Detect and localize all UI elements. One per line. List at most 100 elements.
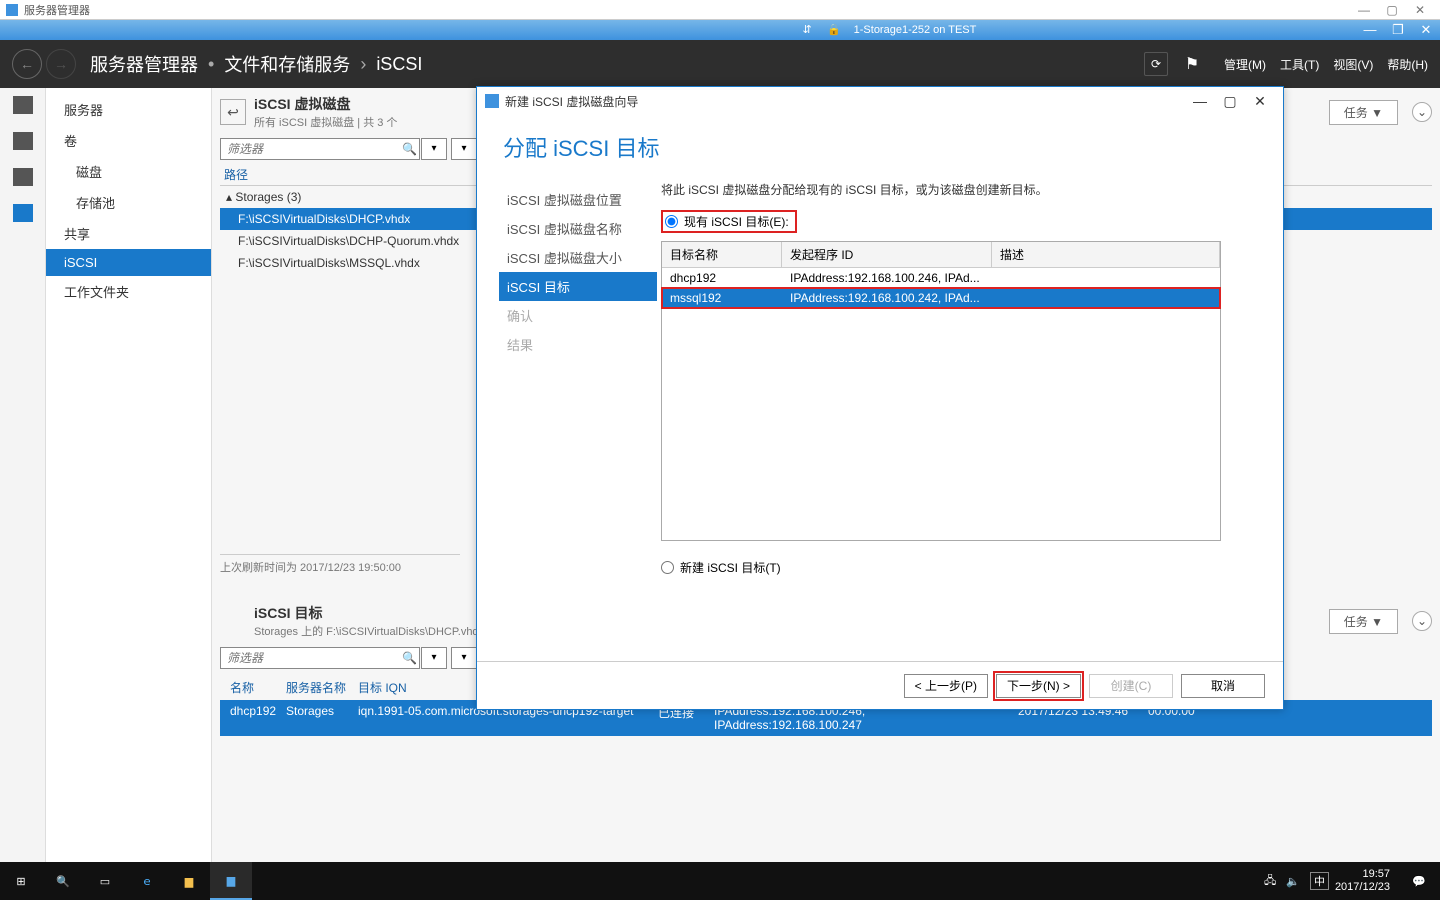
server-manager-header: ← → 服务器管理器 • 文件和存储服务 › iSCSI ⟳ ⚑ 管理(M) 工… (0, 40, 1440, 88)
app-icon (6, 4, 18, 16)
nav-forward-button[interactable]: → (46, 49, 76, 79)
wizard-minimize-button[interactable]: — (1185, 93, 1215, 109)
tray-volume-icon[interactable]: 🔈 (1286, 875, 1300, 888)
sidebar-item-shares[interactable]: 共享 (46, 218, 211, 249)
wizard-steps: iSCSI 虚拟磁盘位置 iSCSI 虚拟磁盘名称 iSCSI 虚拟磁盘大小 i… (477, 181, 657, 651)
wizard-window-title: 新建 iSCSI 虚拟磁盘向导 (505, 93, 638, 110)
breadcrumb-root[interactable]: 服务器管理器 (90, 51, 198, 77)
taskbar-explorer-icon[interactable]: ▆ (168, 862, 210, 900)
wizard-cancel-button[interactable]: 取消 (1181, 674, 1265, 698)
panel2-filter-input[interactable] (220, 647, 420, 669)
refresh-icon[interactable]: ⟳ (1144, 52, 1168, 76)
wizard-next-button[interactable]: 下一步(N) > (996, 674, 1081, 698)
icon-rail (0, 88, 46, 862)
vdi-minimize-button[interactable]: — (1356, 22, 1384, 38)
target-row-dhcp192[interactable]: dhcp192 IPAddress:192.168.100.246, IPAd.… (662, 268, 1220, 288)
chevron-right-icon: • (208, 54, 214, 75)
menu-view[interactable]: 视图(V) (1333, 56, 1373, 73)
panel1-subtitle: 所有 iSCSI 虚拟磁盘 | 共 3 个 (254, 114, 397, 130)
sidebar-item-pools[interactable]: 存储池 (46, 187, 211, 218)
host-maximize-button[interactable]: ▢ (1378, 3, 1406, 17)
rail-all-servers-icon[interactable] (13, 168, 33, 186)
tcol-target[interactable]: 目标名称 (662, 242, 782, 267)
host-minimize-button[interactable]: — (1350, 3, 1378, 17)
vdi-restore-button[interactable]: ❐ (1384, 22, 1412, 38)
menu-help[interactable]: 帮助(H) (1387, 56, 1428, 73)
breadcrumb-files[interactable]: 文件和存储服务 (224, 51, 350, 77)
tcol-init[interactable]: 发起程序 ID (782, 242, 992, 267)
sidebar: 服务器 卷 磁盘 存储池 共享 iSCSI 工作文件夹 (46, 88, 212, 862)
menu-manage[interactable]: 管理(M) (1224, 56, 1266, 73)
panel1-filter-dd1[interactable]: ▾ (421, 138, 447, 160)
host-close-button[interactable]: ✕ (1406, 3, 1434, 17)
nav-back-button[interactable]: ← (12, 49, 42, 79)
rail-file-services-icon[interactable] (13, 204, 33, 222)
panel1-title: iSCSI 虚拟磁盘 (254, 94, 397, 114)
radio-existing-input[interactable] (665, 215, 678, 228)
pin-icon[interactable]: ⇵ (800, 23, 815, 38)
wizard-maximize-button[interactable]: ▢ (1215, 93, 1245, 110)
radio-new-target[interactable]: 新建 iSCSI 目标(T) (661, 559, 1265, 576)
taskbar-ie-icon[interactable]: ｅ (126, 862, 168, 900)
tcol-desc[interactable]: 描述 (992, 242, 1220, 267)
panel1-tasks-dropdown[interactable]: 任务 ▼ (1329, 100, 1398, 125)
sidebar-item-disks[interactable]: 磁盘 (46, 156, 211, 187)
panel2-subtitle: Storages 上的 F:\iSCSIVirtualDisks\DHCP.vh… (254, 623, 484, 639)
radio-existing-target[interactable]: 现有 iSCSI 目标(E): (661, 210, 797, 233)
flag-icon[interactable]: ⚑ (1180, 52, 1204, 76)
vdi-title: 1-Storage1-252 on TEST (854, 24, 977, 36)
wizard-heading: 分配 iSCSI 目标 (477, 115, 1283, 181)
vdi-close-button[interactable]: ✕ (1412, 22, 1440, 38)
panel1-filter-input[interactable] (220, 138, 420, 160)
wizard-create-button: 创建(C) (1089, 674, 1173, 698)
taskbar-search-icon[interactable]: 🔍 (42, 862, 84, 900)
panel2-filter-dd2[interactable]: ▾ (451, 647, 477, 669)
col-name[interactable]: 名称 (226, 679, 282, 696)
step-target[interactable]: iSCSI 目标 (499, 272, 657, 301)
taskbar-server-manager-icon[interactable]: ▆ (210, 862, 252, 900)
panel2-filter-dd1[interactable]: ▾ (421, 647, 447, 669)
radio-new-input[interactable] (661, 561, 674, 574)
wizard-titlebar[interactable]: 新建 iSCSI 虚拟磁盘向导 — ▢ ✕ (477, 87, 1283, 115)
rail-local-server-icon[interactable] (13, 132, 33, 150)
breadcrumb-iscsi[interactable]: iSCSI (376, 54, 422, 75)
step-confirm: 确认 (499, 301, 657, 330)
panel2-tasks-dropdown[interactable]: 任务 ▼ (1329, 609, 1398, 634)
search-icon[interactable]: 🔍 (402, 142, 417, 156)
radio-existing-label: 现有 iSCSI 目标(E): (684, 213, 789, 230)
wizard-prev-button[interactable]: < 上一步(P) (904, 674, 988, 698)
sidebar-item-servers[interactable]: 服务器 (46, 94, 211, 125)
col-server[interactable]: 服务器名称 (282, 679, 354, 696)
search-icon[interactable]: 🔍 (402, 651, 417, 665)
panel2-collapse-button[interactable]: ⌄ (1412, 611, 1432, 631)
system-tray[interactable]: 🖧 🔈 中 (1264, 872, 1335, 891)
wizard-close-button[interactable]: ✕ (1245, 93, 1275, 110)
panel1-collapse-button[interactable]: ⌄ (1412, 102, 1432, 122)
step-size[interactable]: iSCSI 虚拟磁盘大小 (499, 243, 657, 272)
action-center-icon[interactable]: 💬 (1398, 862, 1440, 900)
tray-ime-indicator[interactable]: 中 (1310, 872, 1329, 890)
wizard-description: 将此 iSCSI 虚拟磁盘分配给现有的 iSCSI 目标，或为该磁盘创建新目标。 (661, 181, 1265, 198)
sidebar-item-workfolders[interactable]: 工作文件夹 (46, 276, 211, 307)
panel1-filter-dd2[interactable]: ▾ (451, 138, 477, 160)
sidebar-item-iscsi[interactable]: iSCSI (46, 249, 211, 276)
panel1-refresh-note: 上次刷新时间为 2017/12/23 19:50:00 (220, 554, 460, 579)
vdi-titlebar: ⇵ 🔒 1-Storage1-252 on TEST — ❐ ✕ (0, 20, 1440, 40)
sidebar-item-volumes[interactable]: 卷 (46, 125, 211, 156)
start-button[interactable]: ⊞ (0, 862, 42, 900)
lock-icon[interactable]: 🔒 (827, 23, 842, 38)
panel-back-icon[interactable]: ↩ (220, 99, 246, 125)
rail-dashboard-icon[interactable] (13, 96, 33, 114)
menu-tools[interactable]: 工具(T) (1280, 56, 1319, 73)
tray-network-icon[interactable]: 🖧 (1264, 872, 1276, 891)
windows-taskbar[interactable]: ⊞ 🔍 ▭ ｅ ▆ ▆ 🖧 🔈 中 19:57 2017/12/23 💬 (0, 862, 1440, 900)
taskbar-clock[interactable]: 19:57 2017/12/23 (1335, 868, 1398, 894)
step-location[interactable]: iSCSI 虚拟磁盘位置 (499, 185, 657, 214)
step-result: 结果 (499, 330, 657, 359)
existing-targets-table: 目标名称 发起程序 ID 描述 dhcp192 IPAddress:192.16… (661, 241, 1221, 541)
task-view-icon[interactable]: ▭ (84, 862, 126, 900)
chevron-right-icon: › (360, 54, 366, 75)
step-name[interactable]: iSCSI 虚拟磁盘名称 (499, 214, 657, 243)
target-row-mssql192[interactable]: mssql192 IPAddress:192.168.100.242, IPAd… (662, 288, 1220, 308)
iscsi-wizard-dialog: 新建 iSCSI 虚拟磁盘向导 — ▢ ✕ 分配 iSCSI 目标 iSCSI … (476, 86, 1284, 710)
